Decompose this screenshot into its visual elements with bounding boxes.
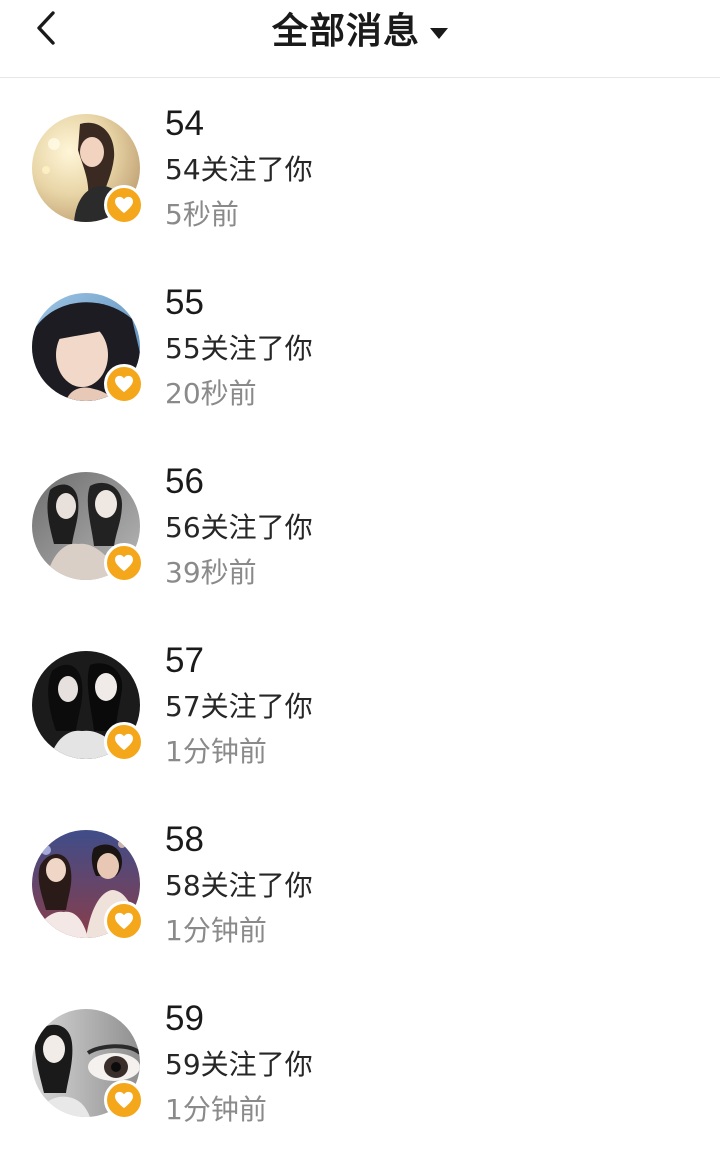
notification-item[interactable]: 55 55关注了你 20秒前 (0, 257, 720, 436)
user-name: 54 (165, 104, 204, 143)
follow-badge (104, 722, 144, 762)
follow-badge (104, 901, 144, 941)
notification-message: 56关注了你 (165, 511, 313, 544)
notification-item[interactable]: 54 54关注了你 5秒前 (0, 78, 720, 257)
notification-item[interactable]: 58 58关注了你 1分钟前 (0, 794, 720, 973)
notification-time: 5秒前 (165, 198, 239, 231)
notification-message: 57关注了你 (165, 690, 313, 723)
caret-down-icon (430, 27, 448, 39)
heart-icon (115, 733, 133, 751)
notification-message: 54关注了你 (165, 153, 313, 186)
user-name: 55 (165, 283, 204, 322)
notification-message: 55关注了你 (165, 332, 313, 365)
top-bar: 全部消息 (0, 0, 720, 78)
heart-icon (115, 554, 133, 572)
message-filter-dropdown[interactable]: 全部消息 (0, 6, 720, 58)
page-title: 全部消息 (271, 11, 420, 52)
follow-badge (104, 543, 144, 583)
notification-item[interactable]: 57 57关注了你 1分钟前 (0, 615, 720, 794)
notification-time: 1分钟前 (165, 735, 267, 768)
notification-time: 20秒前 (165, 377, 257, 410)
heart-icon (115, 196, 133, 214)
notification-item[interactable]: 56 56关注了你 39秒前 (0, 436, 720, 615)
user-name: 57 (165, 641, 204, 680)
follow-badge (104, 1080, 144, 1120)
notification-list: 54 54关注了你 5秒前 55 55关注了你 20秒前 56 56关注了你 3… (0, 78, 720, 1152)
heart-icon (115, 1091, 133, 1109)
notification-item[interactable]: 59 59关注了你 1分钟前 (0, 973, 720, 1152)
notification-message: 58关注了你 (165, 869, 313, 902)
user-name: 56 (165, 462, 204, 501)
user-name: 58 (165, 820, 204, 859)
notification-message: 59关注了你 (165, 1048, 313, 1081)
user-name: 59 (165, 999, 204, 1038)
follow-badge (104, 364, 144, 404)
heart-icon (115, 912, 133, 930)
heart-icon (115, 375, 133, 393)
notification-time: 39秒前 (165, 556, 257, 589)
notification-time: 1分钟前 (165, 1093, 267, 1126)
follow-badge (104, 185, 144, 225)
notification-time: 1分钟前 (165, 914, 267, 947)
